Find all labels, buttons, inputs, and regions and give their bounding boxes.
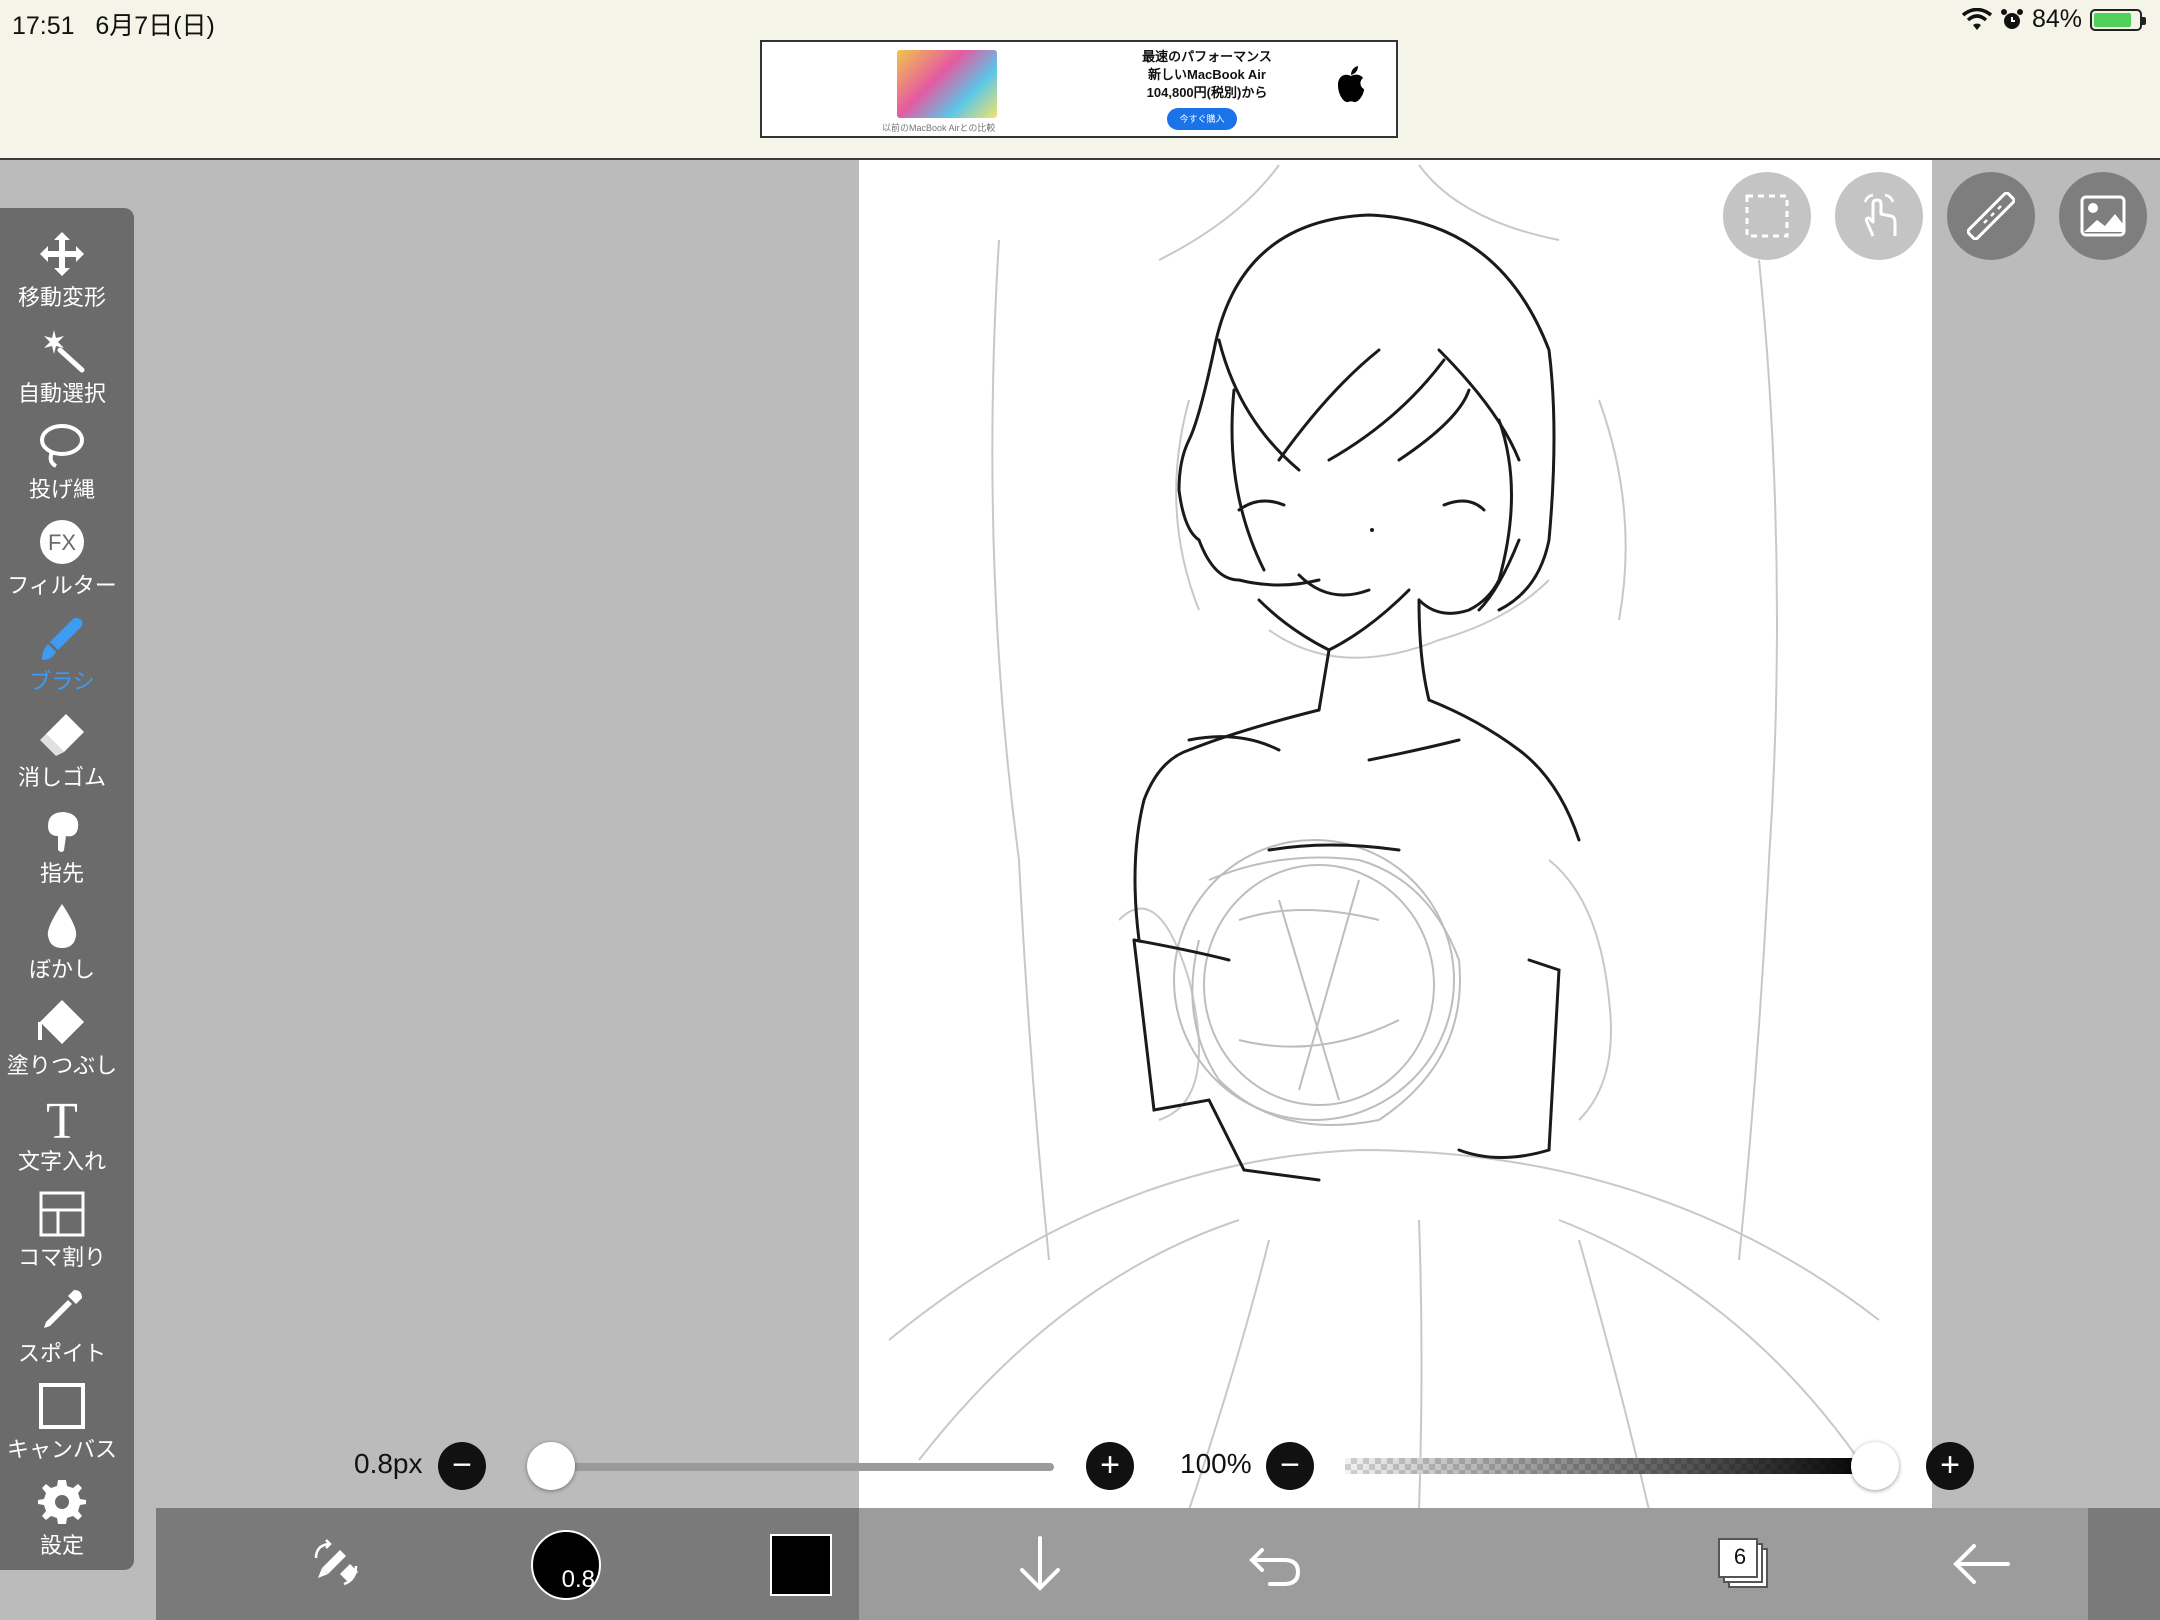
battery-percent: 84% [2031, 5, 2082, 33]
tool-blur-drop[interactable]: ぼかし [0, 898, 124, 990]
brush-icon [42, 618, 83, 660]
ad-caption: 以前のMacBook Airとの比較 [882, 123, 996, 133]
wifi-icon [1961, 7, 1992, 30]
tool-text[interactable]: T 文字入れ [0, 1090, 124, 1182]
brush-size-slider[interactable] [530, 1463, 1054, 1471]
swap-brush-eraser-icon[interactable] [300, 1528, 372, 1600]
fill-bucket-icon [38, 1000, 84, 1044]
brush-size-indicator[interactable]: 0.8 [531, 1530, 601, 1600]
clock: 17:51 [12, 12, 75, 40]
tool-label: コマ割り [17, 1245, 106, 1270]
tool-label: 移動変形 [17, 285, 106, 310]
tool-move-transform[interactable]: 移動変形 [0, 226, 124, 318]
brush-size-slider-handle[interactable] [526, 1442, 575, 1490]
ad-buy-button[interactable]: 今すぐ購入 [1167, 108, 1237, 130]
tool-label: 文字入れ [17, 1149, 106, 1174]
finger-smudge-icon [48, 812, 79, 852]
tool-palette: 移動変形自動選択投げ縄 FX フィルターブラシ消しゴム指先ぼかし塗りつぶし T 文字入れ… [0, 208, 134, 1570]
ad-copy: 最速のパフォーマンス 新しいMacBook Air 104,800円(税別)から [1142, 49, 1272, 100]
drawing-canvas[interactable] [859, 160, 1932, 1510]
status-time: 17:51 6月7日(日) [12, 6, 215, 42]
tool-magic-wand[interactable]: 自動選択 [0, 322, 124, 414]
tool-eraser[interactable]: 消しゴム [0, 706, 124, 798]
eraser-icon [40, 714, 84, 756]
opacity-value: 100% [1180, 1448, 1252, 1479]
svg-text:T: T [46, 1094, 78, 1142]
tool-lasso[interactable]: 投げ縄 [0, 418, 124, 510]
bottom-toolbar: 0.8 6 [156, 1508, 2160, 1620]
layer-count: 6 [1733, 1544, 1747, 1569]
layers-button[interactable]: 6 [1718, 1538, 1770, 1590]
image-icon [2080, 195, 2126, 237]
sketch-artwork [888, 164, 1880, 1510]
tool-label: スポイト [17, 1341, 106, 1366]
opacity-slider[interactable] [1345, 1458, 1875, 1474]
apple-logo-icon [1338, 66, 1364, 103]
tool-panel-divide[interactable]: コマ割り [0, 1186, 124, 1278]
gear-icon [38, 1480, 86, 1524]
tool-label: フィルター [7, 573, 117, 598]
ad-banner[interactable]: 以前のMacBook Airとの比較 最速のパフォーマンス 新しいMacBook… [760, 40, 1398, 138]
text-icon: T [46, 1094, 78, 1142]
size-minus-button[interactable]: − [438, 1442, 486, 1490]
top-bar: 17:51 6月7日(日) 84% 以前のMacBook Airとの比較 最速の… [0, 0, 2160, 160]
ruler-icon [1967, 192, 2015, 240]
tool-label: 投げ縄 [28, 477, 95, 502]
opacity-minus-button[interactable]: − [1266, 1442, 1314, 1490]
size-plus-button[interactable]: + [1086, 1442, 1134, 1490]
tool-label: 指先 [39, 861, 84, 886]
canvas-icon [39, 1383, 85, 1429]
slider-row: 0.8px − + 100% − + [300, 1432, 2000, 1502]
move-transform-icon [40, 232, 84, 276]
undo-icon[interactable] [1240, 1528, 1312, 1600]
opacity-plus-button[interactable]: + [1926, 1442, 1974, 1490]
ad-product-image [897, 50, 997, 118]
tool-finger-smudge[interactable]: 指先 [0, 802, 124, 894]
tool-label: ぼかし [28, 957, 95, 982]
brush-size-value: 0.8px [354, 1448, 423, 1479]
touch-gesture-button[interactable] [1835, 172, 1923, 260]
selection-button[interactable] [1723, 172, 1811, 260]
tool-label: 消しゴム [17, 765, 106, 790]
tool-label: ブラシ [29, 669, 95, 694]
reference-image-button[interactable] [2059, 172, 2147, 260]
status-indicators: 84% [1961, 5, 2146, 34]
download-arrow-icon[interactable] [1004, 1528, 1076, 1600]
tool-fx-filter[interactable]: FX フィルター [0, 514, 124, 606]
touch-gesture-icon [1863, 193, 1897, 237]
svg-text:FX: FX [48, 530, 76, 555]
date: 6月7日(日) [95, 12, 215, 40]
opacity-slider-handle[interactable] [1851, 1442, 1899, 1490]
alarm-icon [2000, 8, 2023, 29]
tool-fill-bucket[interactable]: 塗りつぶし [0, 994, 124, 1086]
tool-label: 塗りつぶし [6, 1053, 118, 1078]
tool-label: キャンバス [6, 1437, 117, 1462]
lasso-icon [40, 424, 84, 468]
selection-icon [1745, 194, 1789, 238]
tool-brush[interactable]: ブラシ [0, 610, 124, 702]
tool-label: 自動選択 [17, 381, 106, 406]
panel-divide-icon [39, 1191, 85, 1237]
ruler-button[interactable] [1947, 172, 2035, 260]
tool-eyedropper[interactable]: スポイト [0, 1282, 124, 1374]
back-arrow-icon[interactable] [1946, 1528, 2018, 1600]
tool-label: 設定 [39, 1533, 84, 1558]
blur-drop-icon [47, 904, 77, 948]
fx-filter-icon: FX [40, 520, 84, 564]
color-swatch[interactable] [770, 1534, 832, 1596]
magic-wand-icon [44, 330, 85, 373]
eyedropper-icon [44, 1290, 82, 1328]
tool-gear[interactable]: 設定 [0, 1474, 124, 1566]
tool-canvas[interactable]: キャンバス [0, 1378, 124, 1470]
battery-icon [2090, 8, 2146, 31]
